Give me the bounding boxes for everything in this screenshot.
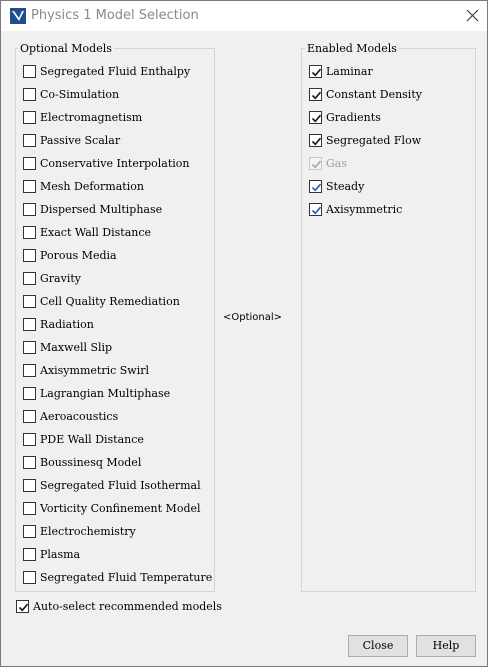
model-checkbox[interactable] xyxy=(23,341,36,354)
model-checkbox[interactable] xyxy=(23,410,36,423)
window-title: Physics 1 Model Selection xyxy=(31,8,199,23)
model-label: Axisymmetric xyxy=(326,203,403,216)
model-label: Steady xyxy=(326,180,365,193)
model-label: Gas xyxy=(326,157,347,170)
model-label: Maxwell Slip xyxy=(40,341,113,354)
app-logo-icon xyxy=(10,8,26,24)
auto-select-checkbox[interactable] xyxy=(16,600,29,613)
model-checkbox[interactable] xyxy=(309,180,322,193)
model-checkbox[interactable] xyxy=(23,272,36,285)
dialog-window: Physics 1 Model Selection Optional Model… xyxy=(0,0,488,667)
model-label: Vorticity Confinement Model xyxy=(40,502,201,515)
model-label: Segregated Fluid Isothermal xyxy=(40,479,201,492)
model-label: Mesh Deformation xyxy=(40,180,144,193)
close-icon[interactable] xyxy=(464,7,482,25)
model-checkbox[interactable] xyxy=(309,203,322,216)
title-bar[interactable]: Physics 1 Model Selection xyxy=(1,1,487,31)
model-checkbox xyxy=(309,157,322,170)
model-label: PDE Wall Distance xyxy=(40,433,144,446)
checkmark-icon xyxy=(311,160,322,169)
model-label: Aeroacoustics xyxy=(40,410,119,423)
model-checkbox[interactable] xyxy=(23,364,36,377)
model-label: Axisymmetric Swirl xyxy=(40,364,149,377)
model-label: Passive Scalar xyxy=(40,134,121,147)
model-checkbox[interactable] xyxy=(309,134,322,147)
model-checkbox[interactable] xyxy=(23,525,36,538)
model-label: Exact Wall Distance xyxy=(40,226,152,239)
model-checkbox[interactable] xyxy=(23,295,36,308)
model-label: Cell Quality Remediation xyxy=(40,295,180,308)
checkmark-icon xyxy=(311,137,322,146)
model-checkbox[interactable] xyxy=(23,502,36,515)
model-checkbox[interactable] xyxy=(23,111,36,124)
optional-models-group: Optional Models Segregated Fluid Enthalp… xyxy=(15,41,215,592)
model-label: Plasma xyxy=(40,548,81,561)
model-checkbox[interactable] xyxy=(23,548,36,561)
model-checkbox[interactable] xyxy=(309,65,322,78)
model-label: Co-Simulation xyxy=(40,88,120,101)
checkmark-icon xyxy=(311,68,322,77)
model-checkbox[interactable] xyxy=(309,88,322,101)
model-checkbox[interactable] xyxy=(23,226,36,239)
model-checkbox[interactable] xyxy=(23,157,36,170)
model-label: Segregated Fluid Temperature xyxy=(40,571,213,584)
model-checkbox[interactable] xyxy=(23,134,36,147)
model-checkbox[interactable] xyxy=(23,249,36,262)
model-label: Boussinesq Model xyxy=(40,456,142,469)
enabled-models-title: Enabled Models xyxy=(305,41,399,56)
model-label: Conservative Interpolation xyxy=(40,157,190,170)
model-label: Gradients xyxy=(326,111,381,124)
help-button[interactable]: Help xyxy=(416,635,476,657)
model-checkbox[interactable] xyxy=(23,180,36,193)
auto-select-label: Auto-select recommended models xyxy=(33,600,222,613)
model-label: Electrochemistry xyxy=(40,525,136,538)
model-label: Laminar xyxy=(326,65,373,78)
enabled-models-group: Enabled Models Laminar Constant Density Gr… xyxy=(301,41,476,592)
model-checkbox[interactable] xyxy=(23,65,36,78)
model-checkbox[interactable] xyxy=(23,203,36,216)
model-checkbox[interactable] xyxy=(23,88,36,101)
model-checkbox[interactable] xyxy=(23,318,36,331)
model-checkbox[interactable] xyxy=(23,479,36,492)
model-checkbox[interactable] xyxy=(23,433,36,446)
model-label: Porous Media xyxy=(40,249,117,262)
model-label: Radiation xyxy=(40,318,94,331)
checkmark-icon xyxy=(311,206,322,215)
model-label: Segregated Fluid Enthalpy xyxy=(40,65,191,78)
optional-models-title: Optional Models xyxy=(18,41,114,56)
model-label: Gravity xyxy=(40,272,81,285)
model-checkbox[interactable] xyxy=(23,571,36,584)
close-button[interactable]: Close xyxy=(348,635,408,657)
model-checkbox[interactable] xyxy=(23,387,36,400)
model-checkbox[interactable] xyxy=(309,111,322,124)
checkmark-icon xyxy=(311,91,322,100)
model-checkbox[interactable] xyxy=(23,456,36,469)
model-label: Constant Density xyxy=(326,88,422,101)
checkmark-icon xyxy=(311,183,322,192)
optional-indicator-label: <Optional> xyxy=(223,312,283,323)
model-label: Lagrangian Multiphase xyxy=(40,387,171,400)
model-label: Electromagnetism xyxy=(40,111,143,124)
checkmark-icon xyxy=(311,114,322,123)
model-label: Segregated Flow xyxy=(326,134,422,147)
model-label: Dispersed Multiphase xyxy=(40,203,163,216)
